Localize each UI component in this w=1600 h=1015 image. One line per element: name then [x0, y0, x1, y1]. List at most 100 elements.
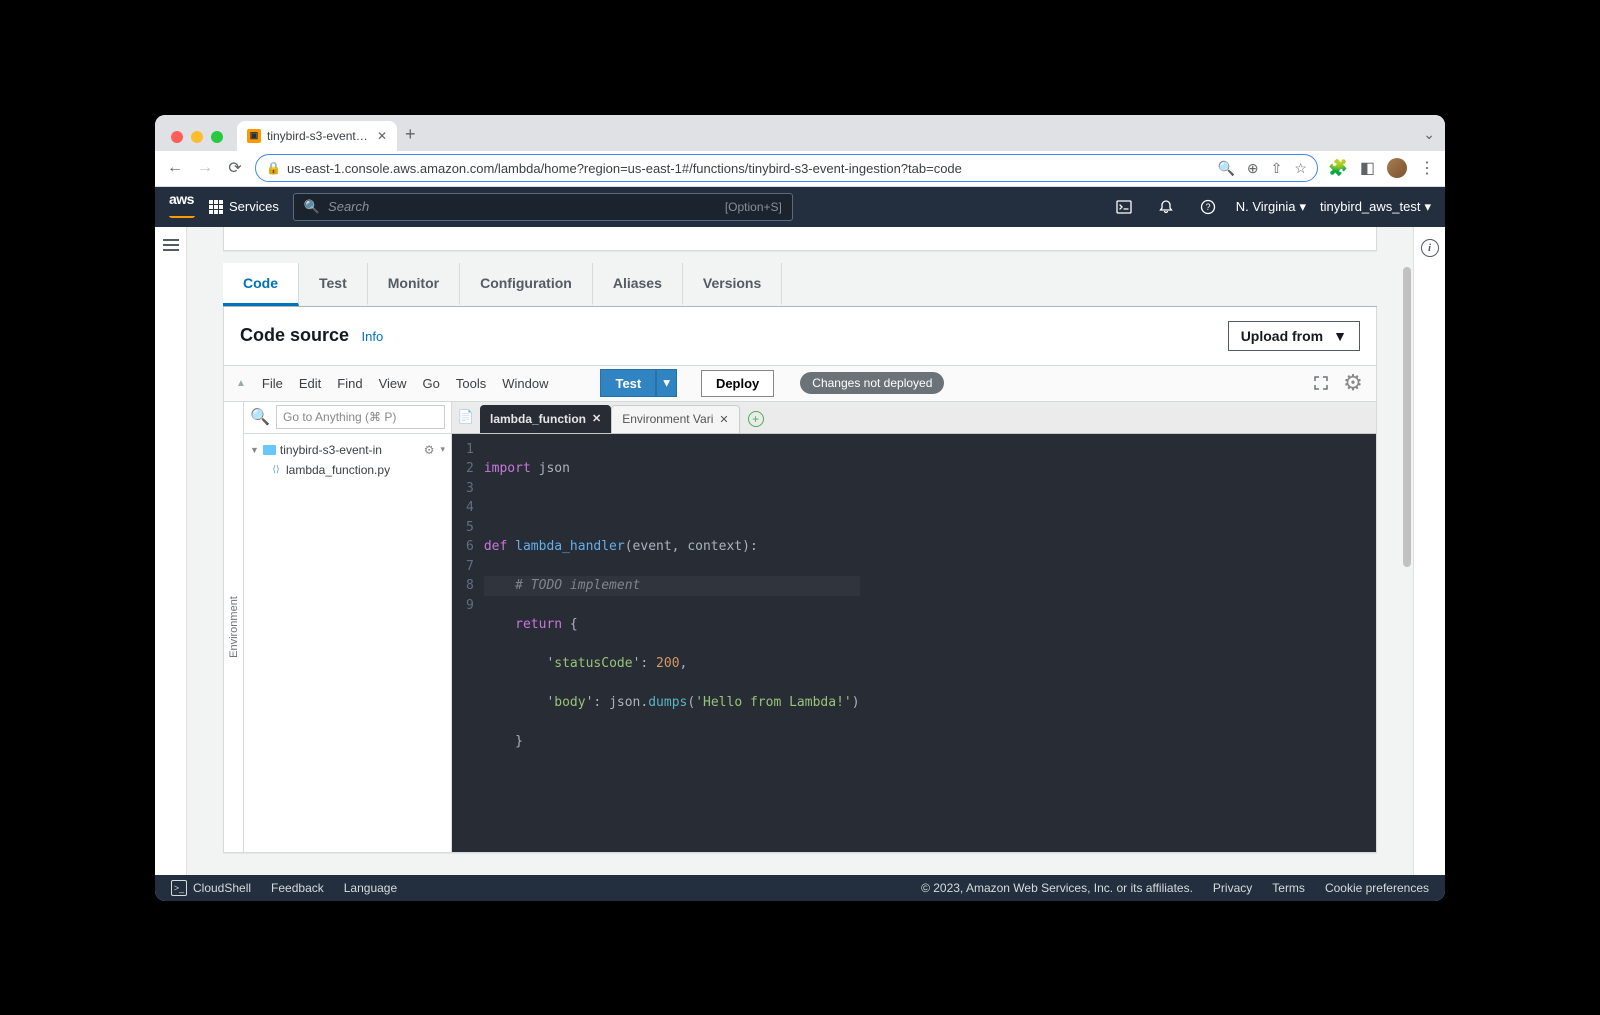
services-menu[interactable]: Services	[209, 199, 279, 214]
profile-avatar[interactable]	[1387, 158, 1407, 178]
cloudshell-icon: >_	[171, 880, 187, 896]
goto-placeholder: Go to Anything (⌘ P)	[283, 410, 396, 424]
tab-versions[interactable]: Versions	[683, 263, 782, 306]
cookie-preferences-link[interactable]: Cookie preferences	[1325, 881, 1429, 895]
cloudshell-label: CloudShell	[193, 881, 251, 895]
scrollbar[interactable]	[1403, 267, 1411, 567]
editor-tab-label: Environment Vari	[622, 412, 713, 426]
tab-list-icon[interactable]: 📄	[452, 402, 480, 433]
editor-tabs: 📄 lambda_function ✕ Environment Vari ✕ +	[452, 402, 1376, 434]
editor-tab-lambda-function[interactable]: lambda_function ✕	[480, 405, 611, 433]
close-window-button[interactable]	[171, 131, 183, 143]
folder-row[interactable]: ▼ tinybird-s3-event-in ⚙ ▾	[250, 440, 445, 460]
search-in-page-icon[interactable]: 🔍	[1217, 160, 1234, 177]
ide-menu-bar: ▲ File Edit Find View Go Tools Window Te…	[224, 366, 1376, 402]
aws-search-box[interactable]: 🔍 [Option+S]	[293, 193, 793, 221]
minimize-window-button[interactable]	[191, 131, 203, 143]
ide-sidebar: Environment 🔍 Go to Anything (⌘ P)	[224, 402, 452, 852]
tab-overflow-icon[interactable]: ⌄	[1423, 126, 1445, 151]
browser-tab[interactable]: ▣ tinybird-s3-event-ingestion - L ✕	[237, 121, 397, 151]
cloudshell-button[interactable]: >_ CloudShell	[171, 880, 251, 896]
browser-tab-title: tinybird-s3-event-ingestion - L	[267, 129, 371, 143]
reload-button[interactable]: ⟳	[225, 158, 245, 178]
aws-search-input[interactable]	[328, 199, 717, 214]
fullscreen-icon[interactable]	[1310, 372, 1332, 394]
browser-chrome: ▣ tinybird-s3-event-ingestion - L ✕ + ⌄	[155, 115, 1445, 151]
help-icon[interactable]: ?	[1194, 193, 1222, 221]
upload-from-button[interactable]: Upload from ▼	[1228, 321, 1360, 351]
code-content: import json def lambda_handler(event, co…	[484, 434, 860, 852]
terms-link[interactable]: Terms	[1272, 881, 1305, 895]
close-tab-icon[interactable]: ✕	[377, 129, 387, 143]
file-tree: ▼ tinybird-s3-event-in ⚙ ▾ ⟨⟩ lambda_fun…	[244, 434, 451, 486]
menu-toggle-icon[interactable]	[163, 239, 179, 251]
file-row[interactable]: ⟨⟩ lambda_function.py	[250, 460, 445, 480]
menu-edit[interactable]: Edit	[299, 376, 321, 391]
zoom-icon[interactable]: ⊕	[1247, 160, 1259, 177]
back-button[interactable]: ←	[165, 158, 185, 178]
tab-code[interactable]: Code	[223, 263, 299, 306]
environment-rail[interactable]: Environment	[224, 402, 244, 852]
aws-header: aws Services 🔍 [Option+S] ? N. Virginia …	[155, 187, 1445, 227]
tab-aliases[interactable]: Aliases	[593, 263, 683, 306]
info-link[interactable]: Info	[361, 329, 383, 344]
chrome-menu-icon[interactable]: ⋮	[1419, 158, 1435, 178]
test-button[interactable]: Test	[600, 369, 656, 397]
folder-icon	[263, 445, 276, 455]
language-link[interactable]: Language	[344, 881, 397, 895]
editor-tab-environment-vars[interactable]: Environment Vari ✕	[611, 405, 739, 433]
lock-icon: 🔒	[266, 161, 281, 175]
caret-down-icon: ▼	[1333, 328, 1347, 344]
menu-window[interactable]: Window	[502, 376, 548, 391]
editor-tab-label: lambda_function	[490, 412, 586, 426]
close-icon[interactable]: ✕	[592, 412, 601, 425]
caret-down-icon: ▾	[1299, 199, 1306, 215]
address-bar[interactable]: 🔒 us-east-1.console.aws.amazon.com/lambd…	[255, 154, 1318, 182]
tab-test[interactable]: Test	[299, 263, 368, 306]
side-panel-icon[interactable]: ◧	[1360, 158, 1375, 178]
extensions-icon[interactable]: 🧩	[1328, 158, 1348, 178]
chevron-down-icon: ▼	[250, 445, 259, 455]
window-controls	[165, 131, 229, 151]
info-icon[interactable]: i	[1421, 239, 1439, 257]
region-selector[interactable]: N. Virginia ▾	[1236, 199, 1306, 215]
privacy-link[interactable]: Privacy	[1213, 881, 1252, 895]
right-rail: i	[1413, 227, 1445, 875]
menu-file[interactable]: File	[262, 376, 283, 391]
cloudshell-icon[interactable]	[1110, 193, 1138, 221]
new-editor-tab-button[interactable]: +	[748, 411, 764, 427]
maximize-window-button[interactable]	[211, 131, 223, 143]
deploy-status-badge: Changes not deployed	[800, 372, 944, 394]
account-selector[interactable]: tinybird_aws_test ▾	[1320, 199, 1431, 215]
menu-find[interactable]: Find	[337, 376, 362, 391]
folder-gear-icon[interactable]: ⚙	[424, 443, 435, 457]
search-icon: 🔍	[304, 199, 320, 215]
caret-down-icon: ▾	[1424, 199, 1431, 215]
deploy-button[interactable]: Deploy	[701, 370, 774, 397]
notifications-icon[interactable]	[1152, 193, 1180, 221]
feedback-link[interactable]: Feedback	[271, 881, 324, 895]
code-editor[interactable]: 1 2 3 4 5 6 7 8 9 impo	[452, 434, 1376, 852]
left-rail	[155, 227, 187, 875]
close-icon[interactable]: ✕	[719, 413, 728, 426]
file-name: lambda_function.py	[286, 463, 390, 477]
menu-go[interactable]: Go	[423, 376, 440, 391]
tab-configuration[interactable]: Configuration	[460, 263, 593, 306]
menu-view[interactable]: View	[379, 376, 407, 391]
grid-icon	[209, 200, 223, 214]
preferences-gear-icon[interactable]: ⚙	[1342, 372, 1364, 394]
goto-anything-input[interactable]: Go to Anything (⌘ P)	[276, 405, 445, 429]
collapse-icon[interactable]: ▲	[236, 378, 246, 389]
bookmark-icon[interactable]: ☆	[1294, 160, 1307, 177]
menu-tools[interactable]: Tools	[456, 376, 486, 391]
forward-button[interactable]: →	[195, 158, 215, 178]
svg-text:?: ?	[1205, 202, 1210, 212]
address-bar-row: ← → ⟳ 🔒 us-east-1.console.aws.amazon.com…	[155, 151, 1445, 187]
tab-monitor[interactable]: Monitor	[368, 263, 460, 306]
tree-search-icon[interactable]: 🔍	[244, 407, 276, 427]
share-icon[interactable]: ⇧	[1271, 160, 1283, 177]
region-label: N. Virginia	[1236, 199, 1296, 214]
test-dropdown-button[interactable]: ▾	[656, 369, 677, 397]
new-tab-button[interactable]: +	[405, 124, 416, 151]
aws-logo[interactable]: aws	[169, 191, 195, 223]
